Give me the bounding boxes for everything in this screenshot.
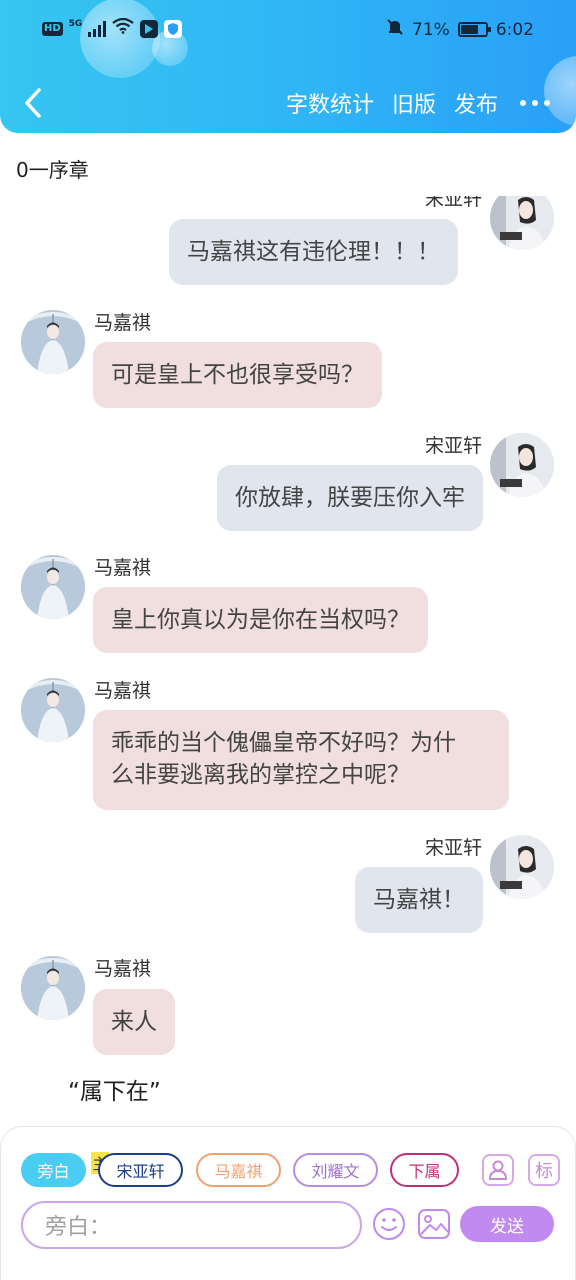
image-icon [418, 1209, 450, 1239]
mute-bell-icon [386, 18, 404, 41]
header-actions: 字数统计 旧版 发布 [268, 86, 550, 120]
signal-icon [88, 20, 107, 37]
avatar-song[interactable] [490, 433, 554, 497]
message-row: 马嘉祺 可是皇上不也很享受吗？ [0, 306, 576, 410]
role-chip-song[interactable]: 宋亚轩 [98, 1153, 183, 1187]
speaker-name: 宋亚轩 [424, 837, 482, 859]
marker-label: 标 [535, 1161, 553, 1182]
role-chip-xiashu[interactable]: 下属 [390, 1153, 459, 1187]
role-chip-liu[interactable]: 刘耀文 [293, 1153, 378, 1187]
message-bubble[interactable]: 可是皇上不也很享受吗？ [93, 342, 382, 408]
message-row: 马嘉祺 乖乖的当个傀儡皇帝不好吗？为什 么非要逃离我的掌控之中呢？ [0, 674, 576, 812]
message-line: 么非要逃离我的掌控之中呢？ [111, 762, 410, 788]
clock: 6:02 [495, 19, 534, 40]
avatar-ma[interactable] [21, 555, 85, 619]
message-row: 马嘉祺 来人 [0, 952, 576, 1056]
role-chip-narrator[interactable]: 旁白 [21, 1153, 86, 1187]
old-version-button[interactable]: 旧版 [392, 87, 436, 119]
status-bar: HD 5G 71% 6:02 [0, 14, 576, 44]
input-placeholder: 旁白： [45, 1215, 112, 1240]
shield-app-icon [164, 19, 183, 38]
top-header: HD 5G 71% 6:02 字数统计 旧版 发布 [0, 0, 576, 133]
speaker-name: 马嘉祺 [94, 958, 152, 980]
avatar-song[interactable] [490, 835, 554, 899]
message-input[interactable]: 旁白： [21, 1201, 362, 1249]
network-type: 5G [68, 18, 83, 29]
app-notification-icon [140, 19, 159, 38]
more-options-button[interactable] [520, 100, 550, 106]
avatar-ma[interactable] [21, 956, 85, 1020]
role-chip-ma[interactable]: 马嘉祺 [196, 1153, 281, 1187]
speaker-name: 宋亚轩 [424, 196, 482, 210]
message-bubble[interactable]: 马嘉祺这有违伦理！！！ [169, 219, 458, 285]
battery-icon [457, 22, 491, 37]
speaker-name: 马嘉祺 [94, 312, 152, 334]
avatar-ma[interactable] [21, 310, 85, 374]
smiley-icon [373, 1208, 405, 1240]
message-bubble[interactable]: 你放肆，朕要压你入牢 [217, 465, 483, 531]
battery-percent: 71% [412, 19, 450, 40]
message-bubble[interactable]: 来人 [93, 989, 175, 1055]
person-icon [488, 1160, 508, 1180]
chevron-left-icon [25, 88, 41, 118]
word-count-button[interactable]: 字数统计 [286, 87, 374, 119]
marker-button[interactable]: 标 [528, 1154, 560, 1186]
message-row: 宋亚轩 你放肆，朕要压你入牢 [0, 428, 576, 534]
chapter-title: 0一序章 [16, 158, 89, 182]
send-button[interactable]: 发送 [460, 1206, 554, 1242]
message-row: 宋亚轩 马嘉祺这有违伦理！！！ [0, 196, 576, 290]
message-bubble[interactable]: 皇上你真以为是你在当权吗？ [93, 587, 428, 653]
back-button[interactable] [18, 86, 48, 120]
publish-button[interactable]: 发布 [454, 87, 498, 119]
message-bubble[interactable]: 马嘉祺！ [355, 867, 483, 933]
speaker-name: 马嘉祺 [94, 557, 152, 579]
speaker-name: 宋亚轩 [424, 435, 482, 457]
role-selector: 旁白 主 宋亚轩 马嘉祺 刘耀文 下属 标 [1, 1127, 576, 1207]
avatar-song[interactable] [490, 196, 554, 250]
hd-badge: HD [42, 21, 63, 36]
avatar-ma[interactable] [21, 678, 85, 742]
image-button[interactable] [417, 1207, 451, 1241]
speaker-name: 马嘉祺 [94, 680, 152, 702]
emoji-button[interactable] [372, 1207, 406, 1241]
message-row: 马嘉祺 皇上你真以为是你在当权吗？ [0, 551, 576, 655]
battery-fill [460, 25, 478, 34]
narration-text[interactable]: “属下在” [68, 1072, 161, 1106]
message-row: 宋亚轩 马嘉祺！ [0, 830, 576, 934]
message-line: 乖乖的当个傀儡皇帝不好吗？为什 [111, 730, 456, 756]
wifi-icon [112, 17, 135, 39]
composer-panel: 旁白 主 宋亚轩 马嘉祺 刘耀文 下属 标 旁白： [0, 1126, 576, 1280]
add-character-button[interactable] [482, 1154, 514, 1186]
message-bubble[interactable]: 乖乖的当个傀儡皇帝不好吗？为什 么非要逃离我的掌控之中呢？ [93, 710, 509, 810]
